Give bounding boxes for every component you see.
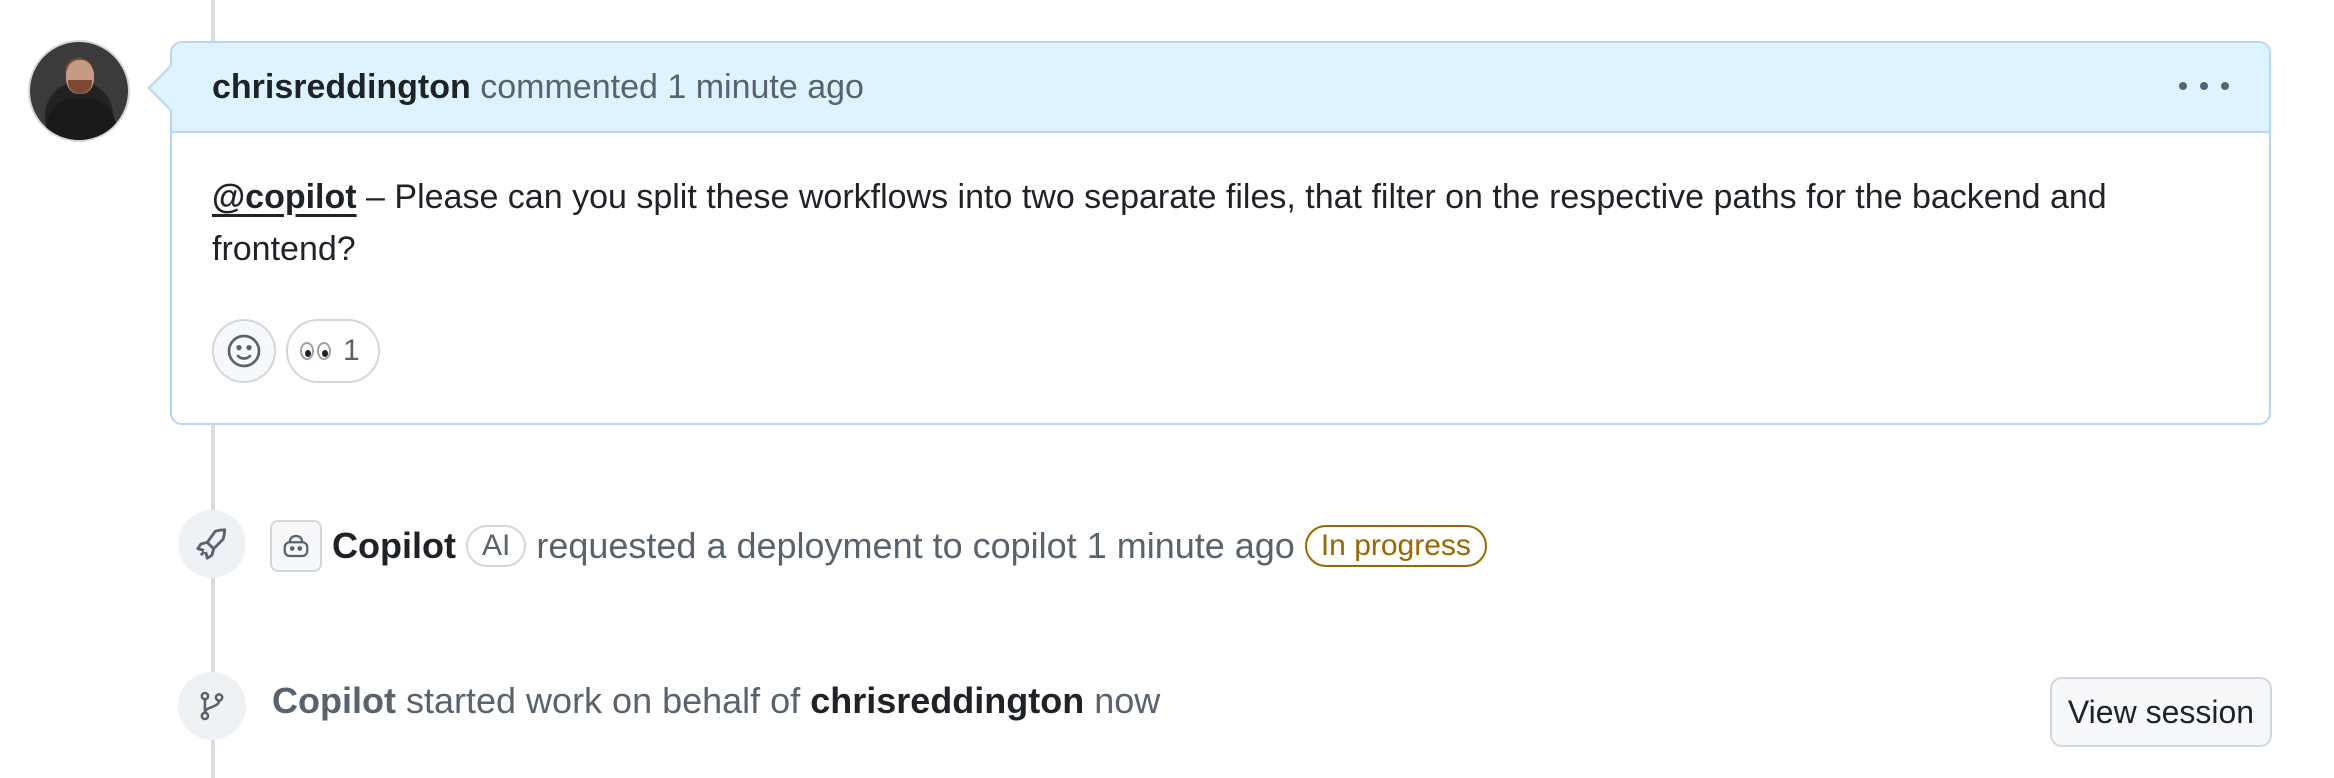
comment-header: chrisreddington commented 1 minute ago [172, 43, 2269, 133]
comment-author[interactable]: chrisreddington [212, 68, 471, 106]
comment-time[interactable]: 1 minute ago [667, 68, 864, 106]
git-branch-icon [178, 672, 246, 740]
avatar-body [46, 98, 116, 140]
event-user[interactable]: chrisreddington [810, 680, 1084, 721]
smiley-icon [227, 334, 261, 368]
comment-text: – Please can you split these workflows i… [212, 178, 2107, 268]
event-actor[interactable]: Copilot [272, 680, 396, 721]
comment-box: chrisreddington commented 1 minute ago @… [147, 41, 2271, 425]
eyes-icon [300, 342, 331, 360]
copilot-icon [270, 520, 322, 572]
reactions-bar: 1 [212, 319, 380, 383]
status-badge: In progress [1304, 525, 1487, 567]
view-session-button[interactable]: View session [2050, 677, 2272, 747]
event-actor[interactable]: Copilot [332, 525, 456, 567]
reaction-count: 1 [343, 334, 360, 367]
work-started-event: Copilot started work on behalf of chrisr… [272, 680, 1160, 722]
event-time: now [1094, 680, 1161, 721]
rocket-icon [178, 510, 246, 578]
comment-action: commented [480, 68, 658, 106]
comment-header-text: chrisreddington commented 1 minute ago [212, 67, 864, 107]
mention-link[interactable]: @copilot [212, 178, 357, 216]
user-avatar[interactable] [28, 40, 130, 142]
event-text: requested a deployment to copilot [536, 525, 1077, 566]
event-time[interactable]: 1 minute ago [1087, 525, 1295, 567]
comment-body: @copilot – Please can you split these wo… [212, 171, 2232, 275]
add-reaction-button[interactable] [212, 319, 276, 383]
deployment-event: Copilot AI requested a deployment to cop… [270, 520, 1487, 572]
event-text: started work on behalf of [405, 680, 801, 721]
ai-badge: AI [465, 525, 527, 567]
more-options-icon[interactable] [2179, 71, 2229, 101]
eyes-reaction-button[interactable]: 1 [286, 319, 380, 383]
